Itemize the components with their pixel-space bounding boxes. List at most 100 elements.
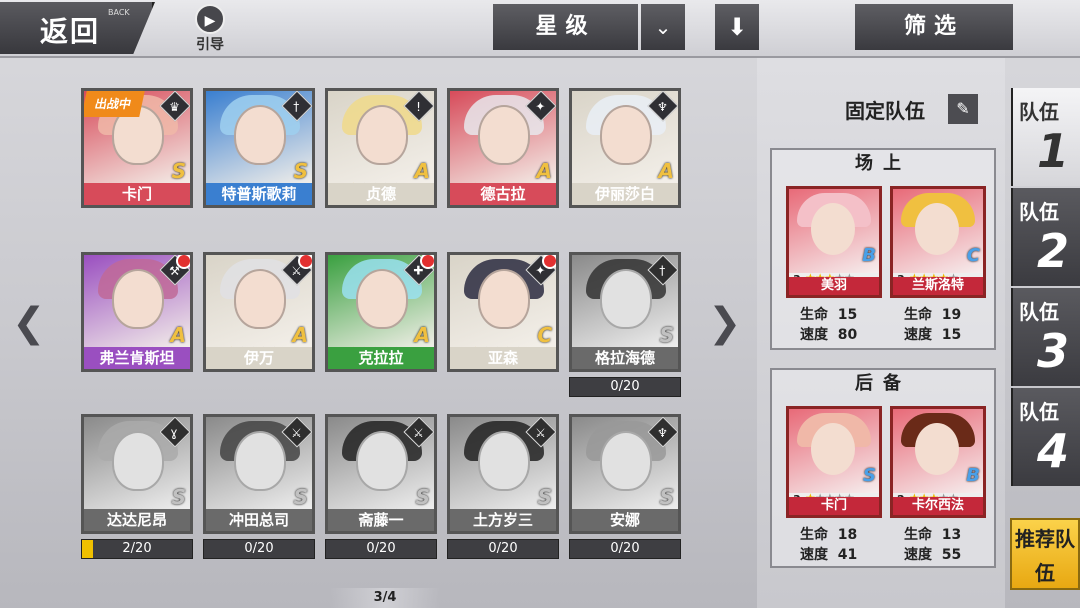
rank-letter: B (862, 245, 876, 266)
edit-icon[interactable]: ✎ (948, 94, 978, 124)
hero-name: 安娜 (572, 509, 678, 531)
hp-stat: 生命 15 (800, 304, 857, 324)
hero-card[interactable]: ✦ A 1 ★★★★★ 德古拉 (447, 88, 559, 208)
hero-card[interactable]: † S 2 ★★★★★ 特普斯歌莉 (203, 88, 315, 208)
stat-label: 生命 (904, 527, 932, 543)
sort-order-toggle[interactable]: ⌄ (641, 4, 685, 50)
hp-stat: 生命 18 (800, 524, 857, 544)
team-hero-card[interactable]: B 3 ★★★★★ 美羽 (786, 186, 882, 298)
recommend-label: 推荐队伍 (1015, 527, 1075, 585)
tab-label: 队伍 (1019, 100, 1059, 124)
progress-text: 2/20 (122, 541, 152, 556)
hero-name: 冲田总司 (206, 509, 312, 531)
rank-letter: S (293, 485, 308, 509)
play-icon: ▶ (195, 4, 225, 34)
hero-name: 卡门 (789, 497, 879, 515)
rank-letter: A (292, 323, 308, 347)
stat-label: 生命 (800, 307, 828, 323)
hero-card[interactable]: ⚔ A 1 ★★★★★ 伊万 (203, 252, 315, 372)
next-page-arrow-icon[interactable]: ❯ (708, 300, 742, 346)
sort-star-button[interactable]: 星级 (493, 4, 638, 50)
stat-label: 生命 (800, 527, 828, 543)
hero-card[interactable]: ♛ S 3 ★★★★★ 卡门出战中 (81, 88, 193, 208)
shard-progress: 0/20 (569, 539, 681, 559)
rank-letter: B (966, 465, 980, 486)
rank-letter: A (414, 159, 430, 183)
rank-letter: A (414, 323, 430, 347)
team-hero-card[interactable]: B 2 ★★★★★ 卡尔西法 (890, 406, 986, 518)
notification-dot (542, 255, 556, 269)
hero-card[interactable]: ⚔ S ★★★★★ 冲田总司 (203, 414, 315, 534)
deployed-badge: 出战中 (84, 91, 145, 117)
arrow-down-icon: ⬇ (726, 13, 748, 41)
hero-card[interactable]: ! A 4 ★★★★★ 贞德 (325, 88, 437, 208)
hero-card[interactable]: ⚒ A 1 ★★★★★ 弗兰肯斯坦 (81, 252, 193, 372)
hero-card[interactable]: ♆ A 5 ★★★★★ 伊丽莎白 (569, 88, 681, 208)
chevron-down-icon: ⌄ (654, 15, 672, 39)
rank-letter: S (293, 159, 308, 183)
hero-name: 弗兰肯斯坦 (84, 347, 190, 369)
stat-label: 速度 (800, 327, 828, 343)
stat-label: 生命 (904, 307, 932, 323)
tab-label: 队伍 (1019, 200, 1059, 224)
back-sub-label: BACK (108, 8, 130, 17)
team-hero-card[interactable]: S 3 ★★★★★ 卡门 (786, 406, 882, 518)
prev-page-arrow-icon[interactable]: ❮ (12, 300, 46, 346)
stat-value: 41 (837, 547, 858, 563)
hero-card[interactable]: ⚔ S ★★★★★ 土方岁三 (447, 414, 559, 534)
team-hero-card[interactable]: C 3 ★★★★★ 兰斯洛特 (890, 186, 986, 298)
progress-text: 0/20 (366, 541, 396, 556)
hero-card[interactable]: ♆ S ★★★★★ 安娜 (569, 414, 681, 534)
speed-stat: 速度 80 (800, 324, 857, 344)
hero-name: 美羽 (789, 277, 879, 295)
rank-letter: S (863, 465, 876, 486)
back-button[interactable]: 返回 BACK (0, 2, 155, 54)
rank-letter: S (659, 485, 674, 509)
tab-team-1[interactable]: 队伍 1 (1011, 88, 1080, 186)
rank-letter: A (536, 159, 552, 183)
tab-number: 4 (1037, 424, 1070, 478)
guide-button[interactable]: ▶ 引导 (188, 4, 232, 54)
hero-card[interactable]: † S ★★★★★ 格拉海德 (569, 252, 681, 372)
hero-name: 克拉拉 (328, 347, 434, 369)
hero-name: 卡尔西法 (893, 497, 983, 515)
notification-dot (420, 255, 434, 269)
stat-value: 18 (837, 527, 858, 543)
tab-team-4[interactable]: 队伍 4 (1011, 388, 1080, 486)
collapse-button[interactable]: ⬇ (715, 4, 759, 50)
rank-letter: S (171, 485, 186, 509)
progress-text: 0/20 (488, 541, 518, 556)
stat-label: 速度 (904, 547, 932, 563)
tab-number: 1 (1037, 124, 1070, 178)
shard-progress: 0/20 (447, 539, 559, 559)
speed-stat: 速度 55 (904, 544, 961, 564)
rank-letter: S (171, 159, 186, 183)
recommend-team-button[interactable]: 推荐队伍 (1010, 518, 1080, 590)
shard-progress: 0/20 (325, 539, 437, 559)
tab-label: 队伍 (1019, 400, 1059, 424)
hero-name: 土方岁三 (450, 509, 556, 531)
filter-button[interactable]: 筛选 (855, 4, 1013, 50)
hero-name: 亚森 (450, 347, 556, 369)
onfield-label: 场上 (855, 153, 911, 174)
tab-team-2[interactable]: 队伍 2 (1011, 188, 1080, 286)
rank-letter: S (415, 485, 430, 509)
speed-stat: 速度 41 (800, 544, 857, 564)
tab-number: 3 (1037, 324, 1070, 378)
hero-card[interactable]: ✦ C 1 ★★★★★ 亚森 (447, 252, 559, 372)
rank-letter: A (170, 323, 186, 347)
progress-text: 0/20 (244, 541, 274, 556)
hero-name: 伊丽莎白 (572, 183, 678, 205)
stat-value: 15 (837, 307, 858, 323)
hero-card[interactable]: ɣ S ★★★★★ 达达尼昂 (81, 414, 193, 534)
notification-dot (298, 255, 312, 269)
hero-card[interactable]: ⚔ S ★★★★★ 斋藤一 (325, 414, 437, 534)
notification-dot (176, 255, 190, 269)
reserve-label: 后备 (855, 373, 911, 394)
shard-progress: 2/20 (81, 539, 193, 559)
rank-letter: C (537, 323, 552, 347)
hero-card[interactable]: ✚ A 1 ★★★★★ 克拉拉 (325, 252, 437, 372)
hero-name: 德古拉 (450, 183, 556, 205)
tab-team-3[interactable]: 队伍 3 (1011, 288, 1080, 386)
page-indicator: 3/4 (330, 588, 440, 608)
